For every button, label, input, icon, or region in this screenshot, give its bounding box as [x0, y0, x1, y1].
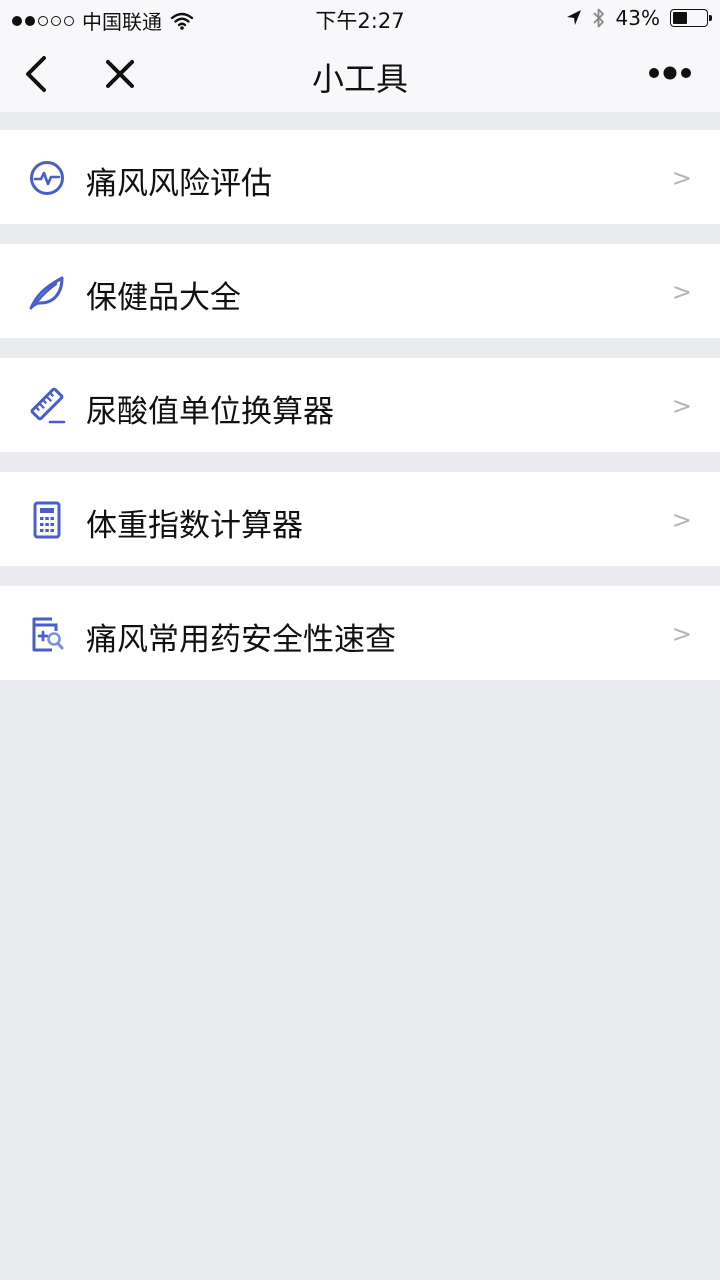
tool-item-label: 痛风常用药安全性速查	[86, 622, 396, 658]
page-title: 小工具	[311, 60, 408, 98]
status-right: 43%	[566, 6, 712, 30]
more-icon[interactable]	[648, 64, 692, 82]
tool-item-supplements[interactable]: 保健品大全 >	[0, 244, 720, 338]
location-arrow-icon	[566, 10, 581, 25]
bluetooth-icon	[592, 8, 604, 28]
medicine-search-icon	[32, 617, 64, 652]
tool-item-gout-risk-assessment[interactable]: 痛风风险评估 >	[0, 130, 720, 224]
status-bar: 中国联通 下午2:27 43%	[0, 0, 720, 36]
tool-item-uric-acid-converter[interactable]: 尿酸值单位换算器 >	[0, 358, 720, 452]
tool-item-bmi-calculator[interactable]: 体重指数计算器 >	[0, 472, 720, 566]
battery-percent: 43%	[615, 6, 660, 30]
battery-icon	[670, 9, 712, 27]
chevron-right-icon: >	[671, 620, 692, 648]
calculator-icon	[33, 501, 61, 539]
tool-item-label: 体重指数计算器	[86, 508, 303, 544]
tool-item-medication-safety-lookup[interactable]: 痛风常用药安全性速查 >	[0, 586, 720, 680]
tool-item-label: 尿酸值单位换算器	[86, 394, 334, 430]
chevron-right-icon: >	[671, 392, 692, 420]
chevron-right-icon: >	[671, 164, 692, 192]
battery-fill	[673, 12, 687, 24]
tool-list: 痛风风险评估 > 保健品大全 > 尿酸值单位换算器 > 体重指数计算器 > 痛风…	[0, 130, 720, 700]
chevron-right-icon: >	[671, 506, 692, 534]
nav-bar: 小工具	[0, 36, 720, 112]
tool-item-label: 痛风风险评估	[86, 166, 272, 202]
tool-item-label: 保健品大全	[86, 280, 241, 316]
chevron-right-icon: >	[671, 278, 692, 306]
pulse-gauge-icon	[30, 161, 64, 195]
leaf-icon	[29, 276, 64, 310]
ruler-icon	[30, 387, 66, 424]
